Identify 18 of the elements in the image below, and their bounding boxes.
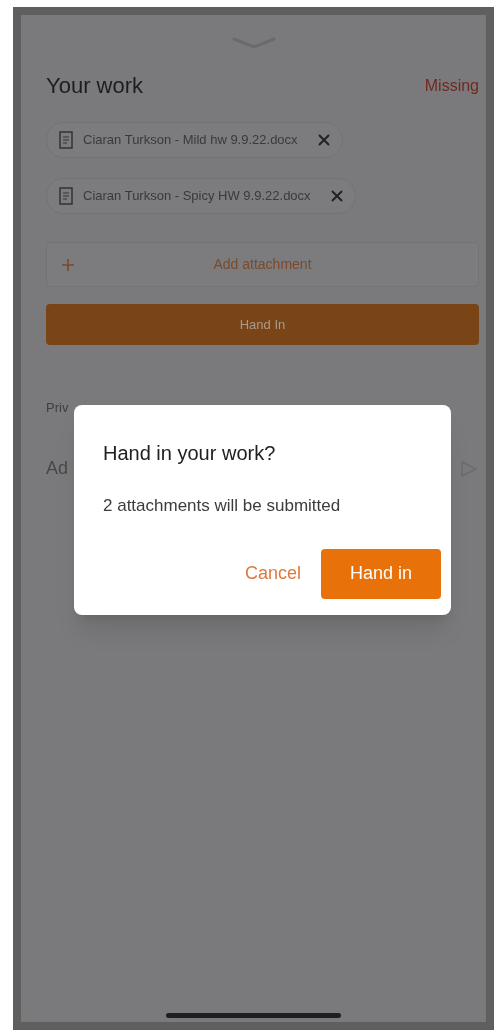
document-icon [59, 187, 73, 205]
status-label: Missing [424, 75, 479, 96]
attachment-name: Ciaran Turkson - Mild hw 9.9.22.docx [83, 131, 298, 150]
plus-icon [61, 257, 75, 272]
document-icon [59, 131, 73, 149]
close-icon[interactable] [330, 190, 343, 202]
dialog-message: 2 attachments will be submitted [103, 495, 342, 517]
attachment-chip[interactable]: Ciaran Turkson - Mild hw 9.9.22.docx [46, 122, 343, 158]
close-icon[interactable] [317, 134, 330, 146]
hand-in-button[interactable]: Hand In [46, 304, 479, 345]
cancel-button[interactable]: Cancel [244, 548, 301, 599]
section-title: Your work [46, 72, 143, 100]
attachment-name: Ciaran Turkson - Spicy HW 9.9.22.docx [83, 187, 311, 206]
add-attachment-button[interactable]: Add attachment [46, 242, 479, 287]
section-label: Priv [46, 400, 69, 415]
dialog-title: Hand in your work? [103, 441, 277, 466]
attachment-chip[interactable]: Ciaran Turkson - Spicy HW 9.9.22.docx [46, 178, 356, 214]
hand-in-button[interactable]: Hand in [320, 548, 441, 599]
